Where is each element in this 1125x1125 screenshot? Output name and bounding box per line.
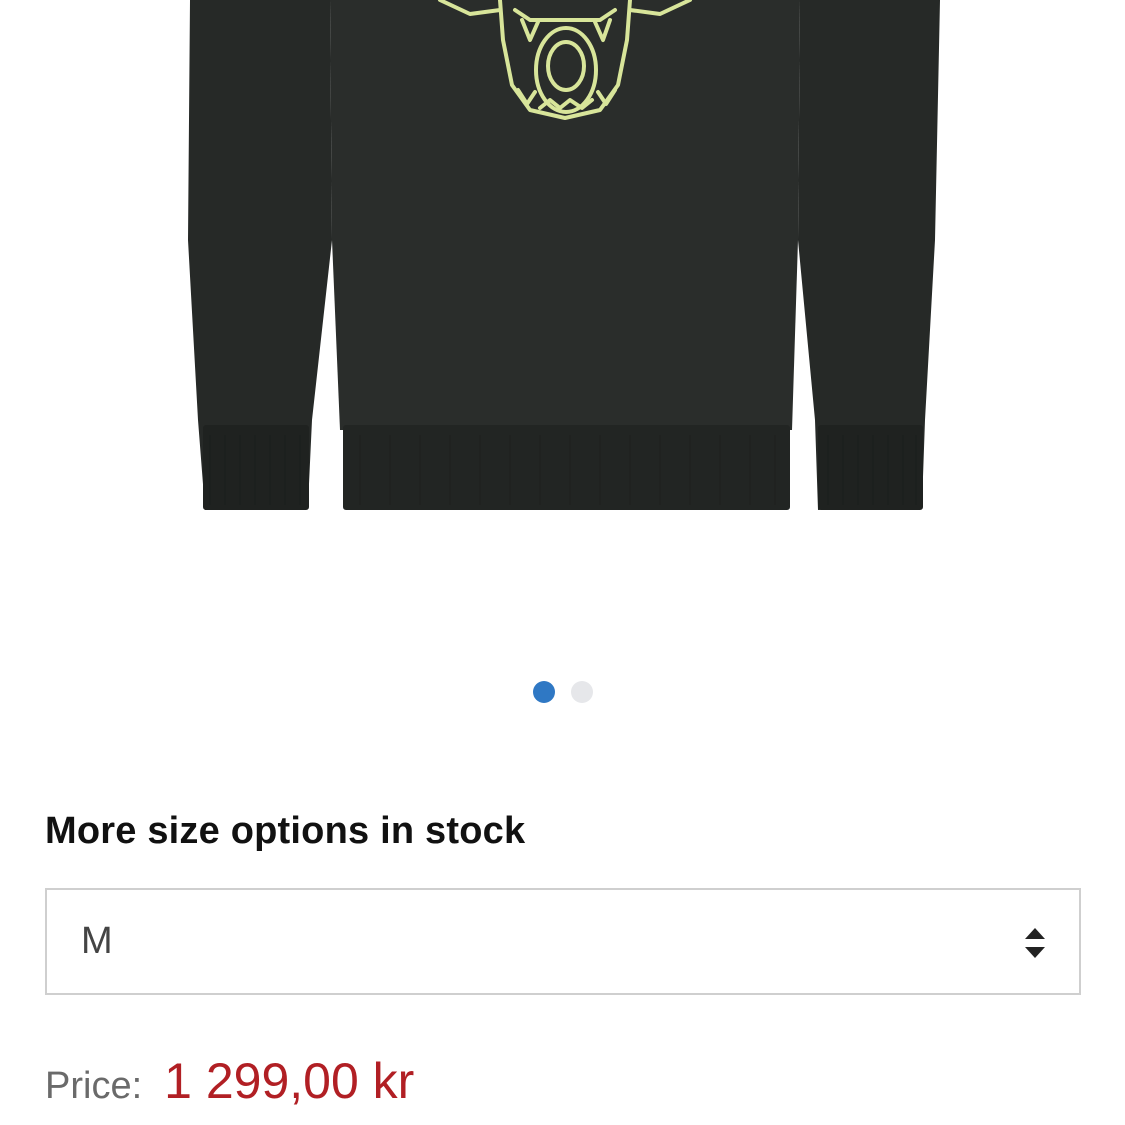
size-select-value: M	[81, 920, 113, 962]
product-image[interactable]	[0, 0, 1125, 560]
right-cuff	[818, 425, 923, 510]
carousel-dot-2[interactable]	[570, 681, 593, 703]
price-value: 1 299,00 kr	[164, 1053, 415, 1109]
carousel-pagination	[0, 681, 1125, 703]
price-row: Price: 1 299,00 kr	[45, 1052, 414, 1110]
carousel-dot-1[interactable]	[532, 681, 555, 703]
price-label: Price:	[45, 1065, 143, 1107]
size-options-heading: More size options in stock	[45, 810, 526, 852]
size-select[interactable]: M	[45, 888, 1081, 995]
waistband	[343, 425, 790, 510]
sweatshirt-body	[330, 0, 800, 430]
product-page: More size options in stock M Price: 1 29…	[0, 0, 1125, 1125]
left-cuff	[203, 425, 309, 510]
sort-up-down-icon	[1025, 928, 1045, 958]
